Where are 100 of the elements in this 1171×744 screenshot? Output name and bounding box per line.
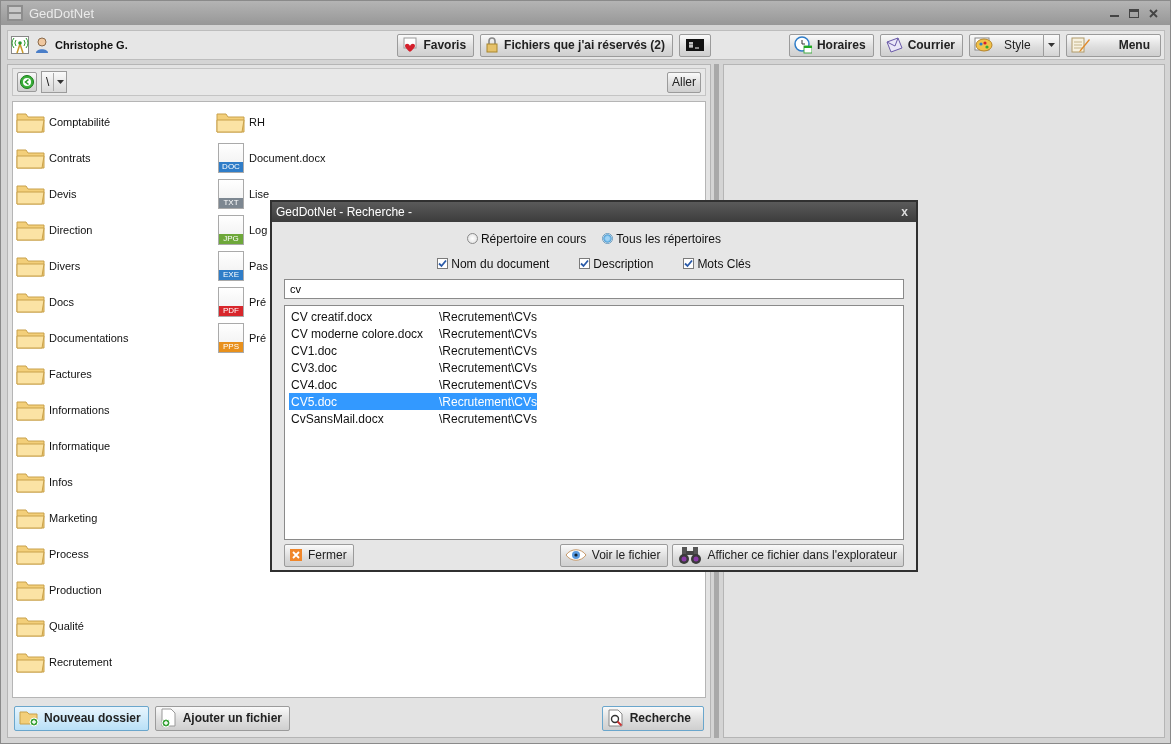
file-name[interactable]: Pré [249,332,267,344]
file-name[interactable]: Log [249,224,268,236]
folder-name[interactable]: Informatique [49,440,111,452]
dialog-close-button[interactable]: x [897,205,912,219]
result-path[interactable]: \Recrutement\CVs [438,343,537,358]
back-button[interactable] [17,72,37,92]
user-name: Christophe G. [55,39,128,51]
folder-icon [16,255,46,277]
notepad-icon [1070,36,1091,54]
folder-name[interactable]: Production [49,584,102,596]
heart-icon [402,37,419,53]
folder-icon [16,651,46,673]
file-name[interactable]: Lise [249,188,270,200]
folder-name[interactable]: Factures [49,368,92,380]
path-dropdown[interactable]: \ [41,71,68,93]
folder-name[interactable]: Divers [49,260,81,272]
toolbar-button[interactable]: Courrier [879,33,963,57]
terminal-icon [686,39,704,51]
binoculars-icon [676,545,703,565]
folder-name[interactable]: Recrutement [49,656,112,668]
toolbar-button[interactable]: Favoris [397,33,475,57]
file-name[interactable]: Document.docx [249,152,326,164]
folder-icon [16,327,46,349]
folder-icon [16,615,46,637]
folder-icon [216,111,246,133]
folder-icon [16,291,46,313]
checkbox[interactable] [437,258,449,269]
folder-icon [16,147,46,169]
caret-icon [56,80,64,84]
result-name[interactable]: CV3.doc [289,360,439,375]
result-path[interactable]: \Recrutement\CVs [438,411,537,426]
folder-name[interactable]: Qualité [49,620,84,632]
checkbox[interactable] [579,258,591,269]
file-icon: JPG [218,215,244,245]
file-name[interactable]: Pas [249,260,268,272]
file-icon: EXE [218,251,244,281]
folder-name[interactable]: Docs [49,296,75,308]
result-path[interactable]: \Recrutement\CVs [438,309,537,324]
folder-name[interactable]: Devis [49,188,77,200]
folder-name[interactable]: Informations [49,404,110,416]
folder-name[interactable]: Process [49,548,89,560]
palette-icon [973,36,994,54]
back-arrow-icon [20,75,34,89]
style-button[interactable]: Style [968,33,1044,57]
checkbox-label[interactable]: Nom du document [451,256,550,271]
result-path[interactable]: \Recrutement\CVs [438,326,537,341]
new-folder-icon [19,709,39,727]
result-path[interactable]: \Recrutement\CVs [438,377,537,392]
search-icon [606,709,625,727]
checkbox[interactable] [683,258,695,269]
antenna-icon [11,36,29,54]
new-file-icon [159,708,178,728]
search-field[interactable]: cv [284,279,904,299]
file-name[interactable]: Pré [249,296,267,308]
maximize-icon[interactable] [1129,8,1139,18]
result-name[interactable]: CV1.doc [289,343,439,358]
folder-icon [16,183,46,205]
close-icon[interactable] [1149,8,1158,18]
lock-icon [485,37,500,53]
caret-icon [1047,43,1055,47]
result-path[interactable]: \Recrutement\CVs [438,360,537,375]
file-icon: PPS [218,323,244,353]
folder-name[interactable]: Direction [49,224,93,236]
folder-name[interactable]: Documentations [49,332,129,344]
go-button[interactable]: Aller [667,71,701,93]
radio-label[interactable]: Répertoire en cours [480,231,587,246]
folder-icon [16,219,46,241]
show-in-explorer-button[interactable]: Afficher ce fichier dans l'explorateur [671,543,904,567]
result-name[interactable]: CV4.doc [289,377,439,392]
toolbar-button[interactable]: Fichiers que j'ai réservés (2) [480,33,673,57]
search-button[interactable]: Recherche [601,705,704,731]
folder-icon [16,471,46,493]
result-name[interactable]: CvSansMail.docx [289,411,439,426]
action-button[interactable]: Ajouter un fichier [154,705,291,731]
eye-icon [564,548,587,562]
result-name[interactable]: CV moderne colore.docx [289,326,439,341]
checkbox-label[interactable]: Description [593,256,654,271]
toolbar-button[interactable]: Menu [1065,33,1161,57]
folder-name[interactable]: RH [249,116,265,128]
window-title: GedDotNet [29,5,95,21]
radio-button[interactable] [602,233,614,244]
app-logo-icon [7,5,23,21]
folder-icon [16,111,46,133]
action-button[interactable]: Nouveau dossier [14,705,149,731]
folder-icon [16,363,46,385]
dialog-title: GedDotNet - Recherche - [276,205,413,219]
view-file-button[interactable]: Voir le fichier [559,543,668,567]
radio-label[interactable]: Tous les répertoires [616,231,722,246]
folder-name[interactable]: Infos [49,476,73,488]
radio-button[interactable] [466,233,478,244]
folder-name[interactable]: Comptabilité [49,116,111,128]
terminal-button[interactable] [679,33,711,57]
user-icon [35,37,49,53]
folder-icon [16,507,46,529]
checkbox-label[interactable]: Mots Clés [697,256,751,271]
folder-name[interactable]: Contrats [49,152,91,164]
folder-name[interactable]: Marketing [49,512,98,524]
close-button[interactable]: Fermer [284,543,354,567]
result-name[interactable]: CV creatif.docx [289,309,439,324]
toolbar-button[interactable]: Horaires [788,33,874,57]
